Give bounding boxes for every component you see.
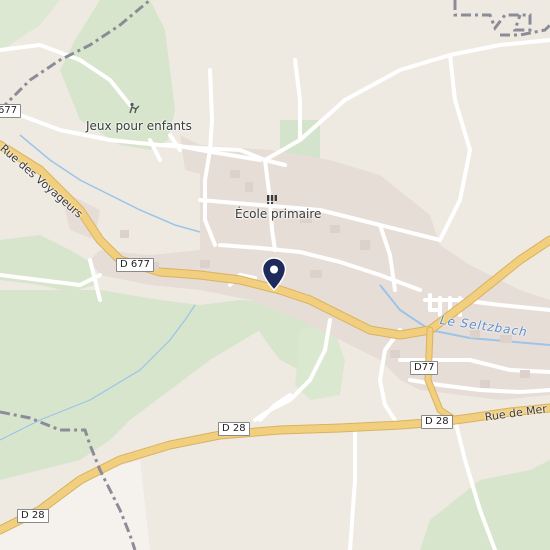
road-shield-d28-southwest: D 28 — [17, 509, 49, 523]
school-label[interactable]: École primaire — [235, 207, 321, 221]
road-shield-d28-center: D 28 — [218, 422, 250, 436]
map-view[interactable]: Jeux pour enfants École primaire 677 D 6… — [0, 0, 550, 550]
playground-label[interactable]: Jeux pour enfants — [86, 119, 192, 133]
road-shield-d28-east: D 28 — [421, 415, 453, 429]
road-shield-d677: D 677 — [116, 258, 154, 272]
road-shield-d677-west: 677 — [0, 104, 22, 118]
road-shield-d77: D77 — [410, 361, 439, 375]
